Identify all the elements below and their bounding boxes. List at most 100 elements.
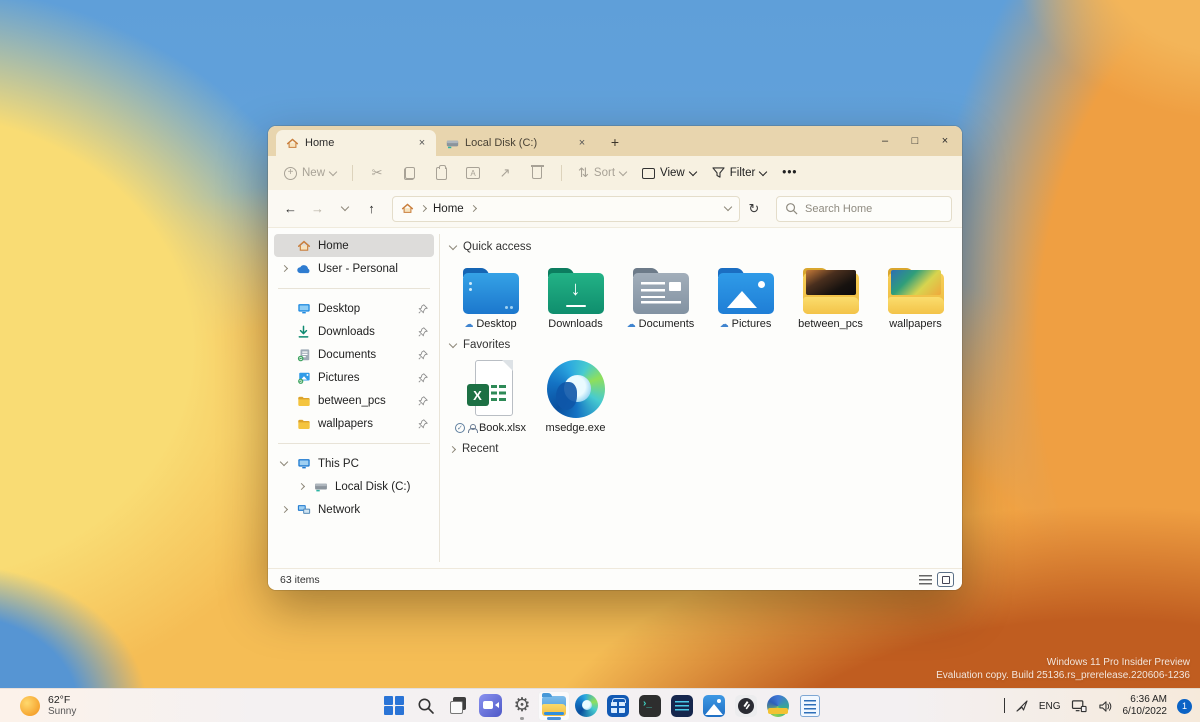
cloud-status-icon: ☁ [720, 320, 729, 329]
chat-button[interactable] [474, 691, 506, 721]
sort-button[interactable]: ⇅ Sort [578, 165, 626, 181]
view-icon [642, 168, 655, 179]
settings-button[interactable]: ⚙ [506, 691, 538, 721]
documents-folder-icon [632, 268, 690, 314]
new-button[interactable]: + New [284, 167, 336, 180]
rename-icon[interactable]: A [465, 165, 481, 181]
file-item-between-pcs[interactable]: between_pcs [788, 258, 873, 332]
task-view-button[interactable] [442, 691, 474, 721]
sidebar-item-network[interactable]: Network [274, 498, 434, 521]
tab-close-icon[interactable]: × [414, 135, 430, 151]
filter-button[interactable]: Filter [712, 167, 767, 179]
file-item-book-xlsx[interactable]: X ✓ Book.xlsx [448, 356, 533, 436]
large-icons-view-icon[interactable] [937, 572, 954, 587]
disk-icon [312, 481, 329, 492]
copy-icon[interactable] [401, 165, 417, 181]
file-item-documents[interactable]: ☁Documents [618, 258, 703, 332]
store-icon [607, 695, 629, 717]
search-input[interactable] [776, 196, 952, 222]
expand-chevron-icon[interactable] [296, 484, 306, 489]
section-quick-access[interactable]: Quick access [450, 238, 962, 256]
start-button[interactable] [378, 691, 410, 721]
store-button[interactable] [602, 691, 634, 721]
details-view-icon[interactable] [919, 575, 932, 585]
sort-arrows-icon: ⇅ [578, 165, 589, 181]
hidden-icons-button[interactable] [1004, 699, 1005, 713]
navigation-pane: Home User - Personal Desktop D [268, 228, 440, 568]
view-button[interactable]: View [642, 167, 696, 179]
sidebar-item-this-pc[interactable]: This PC [274, 452, 434, 475]
expand-chevron-icon[interactable] [279, 266, 289, 271]
forward-button[interactable]: → [305, 196, 330, 221]
collapse-chevron-icon[interactable] [279, 462, 289, 465]
photos-button[interactable] [698, 691, 730, 721]
file-item-desktop[interactable]: ☁Desktop [448, 258, 533, 332]
minimize-button[interactable]: – [870, 126, 900, 155]
sidebar-item-onedrive-personal[interactable]: User - Personal [274, 257, 434, 280]
edge-button[interactable] [570, 691, 602, 721]
tab-close-icon[interactable]: × [574, 135, 590, 151]
sidebar-item-desktop[interactable]: Desktop [274, 297, 434, 320]
delete-icon[interactable] [529, 165, 545, 181]
recent-locations-button[interactable] [332, 196, 357, 221]
terminal-button[interactable] [634, 691, 666, 721]
browser-app-button[interactable] [762, 691, 794, 721]
new-tab-button[interactable]: + [604, 131, 626, 153]
tab-local-disk[interactable]: Local Disk (C:) × [436, 130, 596, 156]
desktop-icon [295, 302, 312, 315]
taskbar: 62°F Sunny ⚙ ENG [0, 688, 1200, 722]
back-button[interactable]: ← [278, 196, 303, 221]
dev-app-button[interactable] [666, 691, 698, 721]
close-button[interactable]: × [930, 126, 960, 155]
chevron-right-icon [449, 445, 456, 452]
notepad-button[interactable] [794, 691, 826, 721]
file-item-wallpapers[interactable]: wallpapers [873, 258, 958, 332]
section-favorites[interactable]: Favorites [450, 336, 962, 354]
plus-circle-icon: + [284, 167, 297, 180]
sidebar-item-downloads[interactable]: Downloads [274, 320, 434, 343]
system-tray: ENG 6:36 AM 6/10/2022 1 [1004, 689, 1194, 722]
pin-icon [416, 419, 429, 429]
item-label: Documents [639, 318, 695, 330]
pen-arrow-icon[interactable] [1015, 699, 1029, 713]
notepad-icon [800, 695, 820, 717]
address-dropdown-icon[interactable] [724, 203, 732, 211]
sidebar-item-local-disk[interactable]: Local Disk (C:) [274, 475, 434, 498]
share-icon[interactable]: ↗ [497, 165, 513, 181]
file-item-msedge-exe[interactable]: msedge.exe [533, 356, 618, 436]
language-indicator[interactable]: ENG [1039, 701, 1061, 712]
downloads-icon [295, 325, 312, 339]
see-more-button[interactable]: ••• [782, 167, 797, 179]
divider [561, 165, 562, 181]
breadcrumb[interactable]: Home [392, 196, 740, 222]
file-explorer-button[interactable] [538, 691, 570, 721]
clock-date[interactable]: 6:36 AM 6/10/2022 [1123, 694, 1168, 718]
volume-icon[interactable] [1098, 700, 1113, 713]
item-label: msedge.exe [546, 422, 606, 434]
sidebar-item-wallpapers[interactable]: wallpapers [274, 412, 434, 435]
cut-icon[interactable]: ✂ [369, 165, 385, 181]
breadcrumb-chevron-icon [470, 205, 477, 212]
folder-with-thumbnail-icon [802, 268, 860, 314]
search-icon [417, 697, 435, 715]
breadcrumb-item-home[interactable]: Home [433, 203, 464, 215]
network-icon[interactable] [1071, 699, 1088, 713]
search-button[interactable] [410, 691, 442, 721]
file-item-downloads[interactable]: ↓ Downloads [533, 258, 618, 332]
chevron-down-icon [449, 339, 457, 347]
sidebar-item-home[interactable]: Home [274, 234, 434, 257]
expand-chevron-icon[interactable] [279, 507, 289, 512]
maximize-button[interactable]: □ [900, 126, 930, 155]
tab-home[interactable]: Home × [276, 130, 436, 156]
file-item-pictures[interactable]: ☁Pictures [703, 258, 788, 332]
paste-icon[interactable] [433, 165, 449, 181]
notification-badge[interactable]: 1 [1177, 699, 1192, 714]
up-button[interactable]: ↑ [359, 196, 384, 221]
section-recent[interactable]: Recent [450, 440, 962, 458]
widgets-weather-button[interactable]: 62°F Sunny [12, 689, 84, 722]
sidebar-item-between-pcs[interactable]: between_pcs [274, 389, 434, 412]
refresh-button[interactable]: ↻ [742, 197, 766, 221]
clock-app-button[interactable] [730, 691, 762, 721]
sidebar-item-documents[interactable]: Documents [274, 343, 434, 366]
sidebar-item-pictures[interactable]: Pictures [274, 366, 434, 389]
